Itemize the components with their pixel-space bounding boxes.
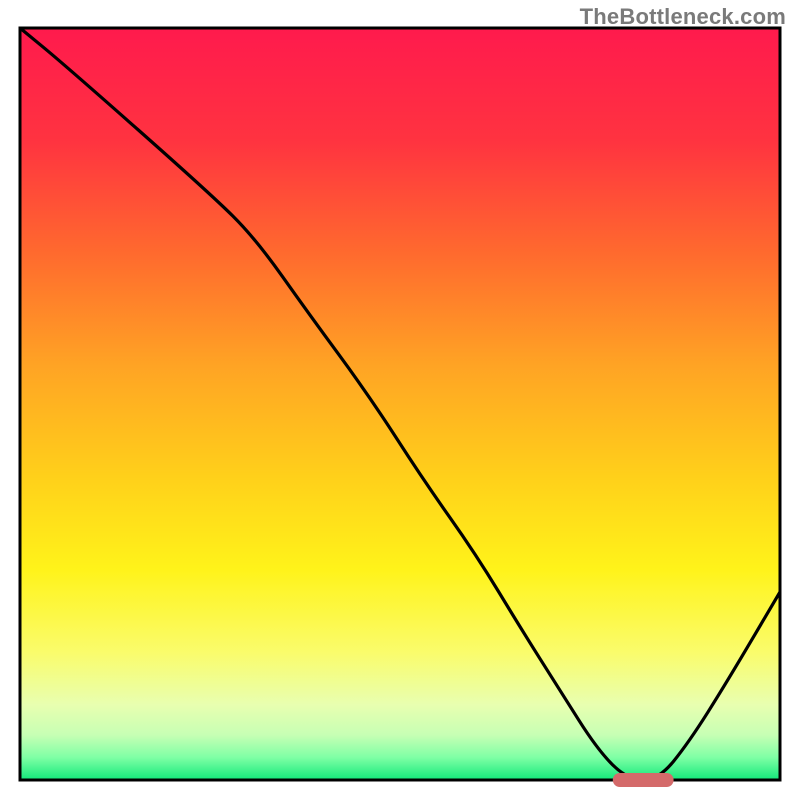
chart-frame: TheBottleneck.com [0, 0, 800, 800]
optimum-marker [613, 773, 674, 787]
gradient-background [20, 28, 780, 780]
chart-svg [0, 0, 800, 800]
